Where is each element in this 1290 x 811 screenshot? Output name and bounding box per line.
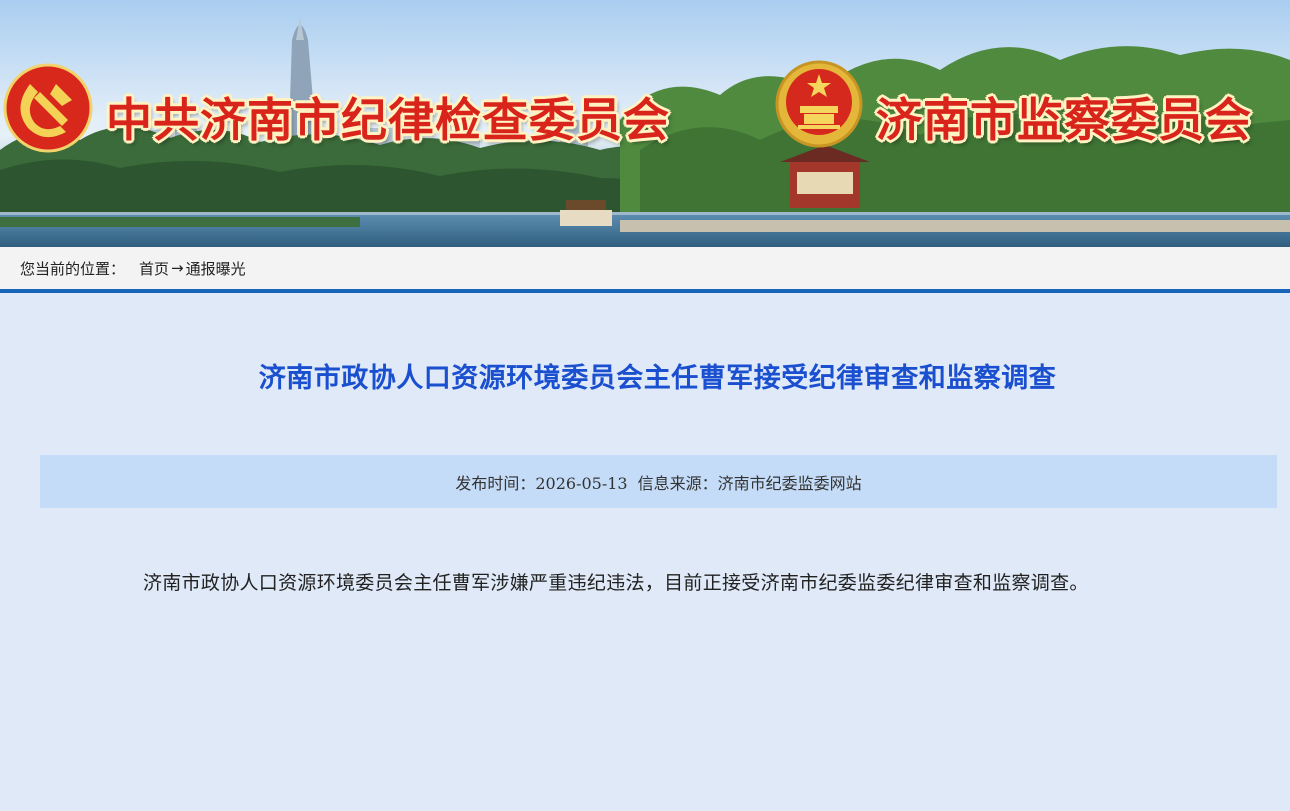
article-title: 济南市政协人口资源环境委员会主任曹军接受纪律审查和监察调查 <box>258 363 1057 394</box>
publish-info: 发布时间：2026-05-13 <box>455 470 627 494</box>
source-info: 信息来源：济南市纪委监委网站 <box>638 470 862 494</box>
breadcrumb-home-link[interactable]: 首页 <box>139 258 169 279</box>
breadcrumb-notice-link[interactable]: 通报曝光 <box>186 258 246 279</box>
banner-title-left: 中共济南市纪律检查委员会 <box>106 93 670 147</box>
article-meta-bar: 发布时间：2026-05-13 信息来源：济南市纪委监委网站 <box>40 455 1277 508</box>
source-value: 济南市纪委监委网站 <box>717 473 862 493</box>
header-banner: 中共济南市纪律检查委员会 济南市监察委员会 <box>0 0 1290 247</box>
article-body: 济南市政协人口资源环境委员会主任曹军涉嫌严重违纪违法，目前正接受济南市纪委监委纪… <box>143 572 1089 594</box>
national-emblem-icon <box>775 60 863 148</box>
source-label: 信息来源： <box>637 473 718 493</box>
publish-date: 2026-05-13 <box>535 473 628 493</box>
banner-title-right: 济南市监察委员会 <box>876 93 1252 147</box>
breadcrumb-label: 您当前的位置： <box>20 259 126 278</box>
breadcrumb-separator: → <box>171 259 184 277</box>
breadcrumb: 您当前的位置： 首页 → 通报曝光 <box>0 247 1290 293</box>
publish-label: 发布时间： <box>455 473 536 493</box>
party-emblem-icon <box>3 63 93 153</box>
